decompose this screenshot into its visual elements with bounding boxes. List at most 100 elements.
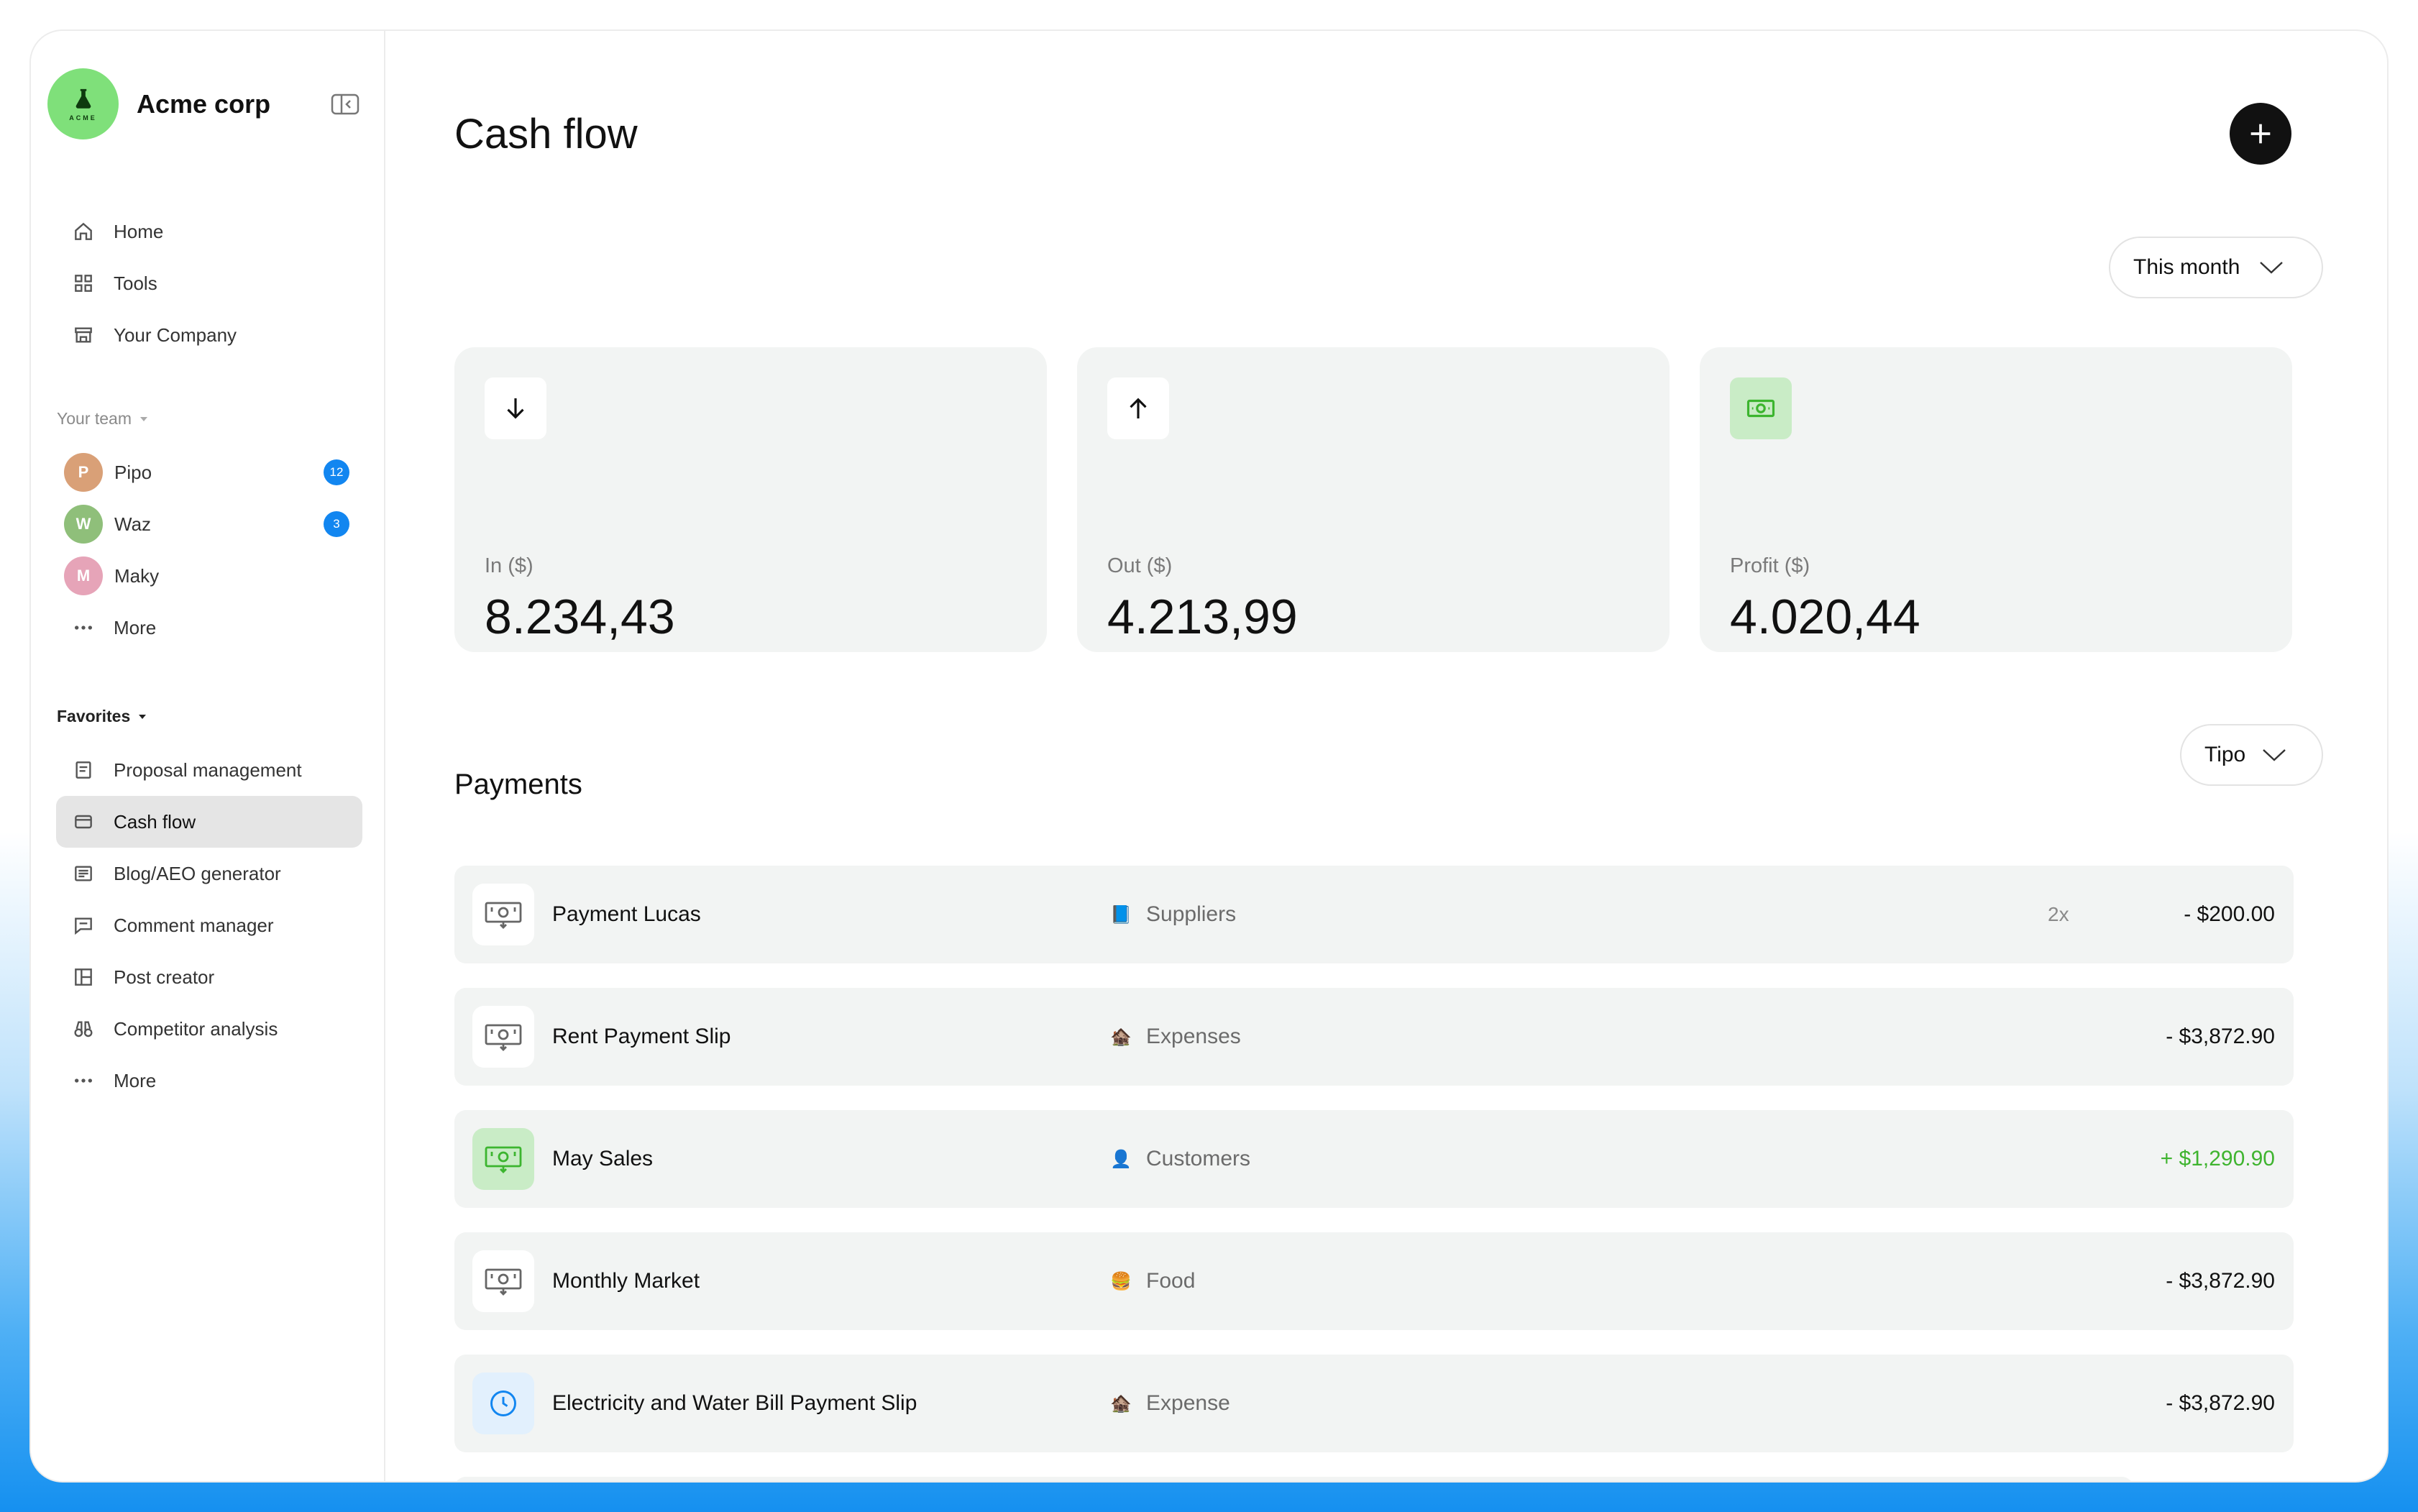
payment-count: 2x: [2048, 903, 2069, 925]
more-dots-icon: [72, 616, 95, 639]
payment-row[interactable]: Rent Payment Slip 🏚️ Expenses - $3,872.90: [454, 988, 2294, 1086]
payment-category: 🏚️ Expenses: [1110, 1025, 1241, 1048]
favorites-list: Proposal management Cash flow Blog/AEO g…: [56, 744, 362, 1106]
article-icon: [72, 862, 95, 885]
category-icon: 🏚️: [1110, 1393, 1132, 1414]
nav-label: Comment manager: [114, 914, 274, 936]
page-title: Cash flow: [454, 111, 638, 157]
arrow-down-icon: [485, 377, 546, 439]
chevron-down-icon: [2260, 262, 2284, 274]
nav-label: More: [114, 616, 157, 638]
comment-icon: [72, 914, 95, 937]
category-icon: 📘: [1110, 904, 1132, 925]
payment-name: Electricity and Water Bill Payment Slip: [552, 1391, 917, 1415]
card-label: Profit ($): [1730, 554, 1810, 577]
nav-label: Blog/AEO generator: [114, 862, 281, 884]
flask-icon: [75, 88, 91, 109]
brand[interactable]: ACME Acme corp: [47, 68, 270, 139]
bill-icon: [472, 1006, 534, 1068]
clock-icon: [472, 1373, 534, 1434]
payment-amount: - $3,872.90: [2166, 1269, 2275, 1293]
payment-amount: - $3,872.90: [2166, 1391, 2275, 1415]
card-value: 4.020,44: [1730, 590, 1920, 644]
payment-row[interactable]: Monthly Market 🍔 Food - $3,872.90: [454, 1232, 2294, 1330]
main-nav: Home Tools Your Company: [56, 206, 362, 361]
card-value: 4.213,99: [1107, 590, 1298, 644]
payment-category: 👤 Customers: [1110, 1147, 1251, 1170]
team-member-name: Pipo: [114, 461, 152, 483]
card-profit: Profit ($) 4.020,44: [1700, 347, 2292, 652]
binoculars-icon: [72, 1017, 95, 1040]
type-filter-dropdown[interactable]: Tipo: [2180, 724, 2323, 786]
nav-label: Post creator: [114, 966, 215, 988]
main-content: Cash flow This month In ($) 8.234,43 Out…: [385, 31, 2387, 1481]
category-icon: 🏚️: [1110, 1027, 1132, 1047]
payment-name: Payment Lucas: [552, 902, 701, 926]
favorite-post-creator[interactable]: Post creator: [56, 951, 362, 1003]
payment-category: 🍔 Food: [1110, 1269, 1196, 1293]
payment-category: 🏚️ Expense: [1110, 1391, 1230, 1415]
add-button[interactable]: [2230, 103, 2291, 165]
team-more[interactable]: More: [56, 602, 362, 654]
payment-category: 📘 Suppliers: [1110, 902, 1237, 926]
favorite-proposal-management[interactable]: Proposal management: [56, 744, 362, 796]
bill-icon: [472, 1128, 534, 1190]
plus-icon: [2250, 124, 2271, 144]
favorites-more[interactable]: More: [56, 1055, 362, 1106]
grid-icon: [72, 272, 95, 295]
chevron-down-icon: [2263, 749, 2286, 761]
avatar: M: [64, 556, 103, 595]
period-label: This month: [2133, 255, 2240, 279]
nav-item-your-company[interactable]: Your Company: [56, 309, 362, 361]
payment-name: Monthly Market: [552, 1269, 700, 1293]
more-dots-icon: [72, 1069, 95, 1092]
payment-row[interactable]: Electricity and Water Bill Payment Slip …: [454, 1355, 2294, 1452]
team-member-maky[interactable]: M Maky: [56, 550, 362, 602]
nav-label: Cash flow: [114, 810, 196, 833]
nav-label: Competitor analysis: [114, 1017, 278, 1040]
team-member-name: Maky: [114, 564, 160, 587]
payment-row-partial[interactable]: [454, 1477, 2133, 1481]
payment-name: Rent Payment Slip: [552, 1025, 731, 1048]
team-list: P Pipo 12 W Waz 3 M Maky More: [56, 446, 362, 654]
notification-badge: 12: [324, 459, 349, 485]
period-dropdown[interactable]: This month: [2109, 237, 2323, 298]
favorite-comment-manager[interactable]: Comment manager: [56, 899, 362, 951]
notification-badge: 3: [324, 511, 349, 537]
arrow-up-icon: [1107, 377, 1169, 439]
home-icon: [72, 220, 95, 243]
payment-amount: - $200.00: [2184, 902, 2275, 926]
money-icon: [1730, 377, 1792, 439]
card-value: 8.234,43: [485, 590, 675, 644]
bill-icon: [472, 1250, 534, 1312]
payment-amount: - $3,872.90: [2166, 1025, 2275, 1048]
favorites-section-label[interactable]: Favorites: [57, 707, 147, 726]
card-out: Out ($) 4.213,99: [1077, 347, 1670, 652]
store-icon: [72, 324, 95, 347]
nav-item-home[interactable]: Home: [56, 206, 362, 257]
summary-cards: In ($) 8.234,43 Out ($) 4.213,99 Profit …: [454, 347, 2292, 652]
team-member-name: Waz: [114, 513, 152, 535]
caret-down-icon: [139, 714, 147, 719]
payment-name: May Sales: [552, 1147, 654, 1170]
card-label: Out ($): [1107, 554, 1173, 577]
nav-label: More: [114, 1069, 157, 1091]
brand-name: Acme corp: [137, 88, 271, 119]
payments-title: Payments: [454, 769, 582, 800]
document-icon: [72, 759, 95, 782]
favorite-competitor-analysis[interactable]: Competitor analysis: [56, 1003, 362, 1055]
nav-item-tools[interactable]: Tools: [56, 257, 362, 309]
payment-row[interactable]: Payment Lucas 📘 Suppliers 2x - $200.00: [454, 866, 2294, 963]
type-filter-label: Tipo: [2204, 743, 2246, 766]
payment-row[interactable]: May Sales 👤 Customers + $1,290.90: [454, 1110, 2294, 1208]
favorite-blog-generator[interactable]: Blog/AEO generator: [56, 848, 362, 899]
favorite-cash-flow[interactable]: Cash flow: [56, 796, 362, 848]
team-section-label[interactable]: Your team: [57, 409, 149, 429]
payment-amount: + $1,290.90: [2160, 1147, 2275, 1170]
nav-label: Home: [114, 220, 164, 242]
sidebar: ACME Acme corp Home Tools Your Company Y…: [31, 31, 385, 1481]
team-member-waz[interactable]: W Waz 3: [56, 498, 362, 550]
payments-list: Payment Lucas 📘 Suppliers 2x - $200.00 Re…: [454, 866, 2294, 1481]
sidebar-collapse-icon[interactable]: [331, 93, 360, 116]
team-member-pipo[interactable]: P Pipo 12: [56, 446, 362, 498]
